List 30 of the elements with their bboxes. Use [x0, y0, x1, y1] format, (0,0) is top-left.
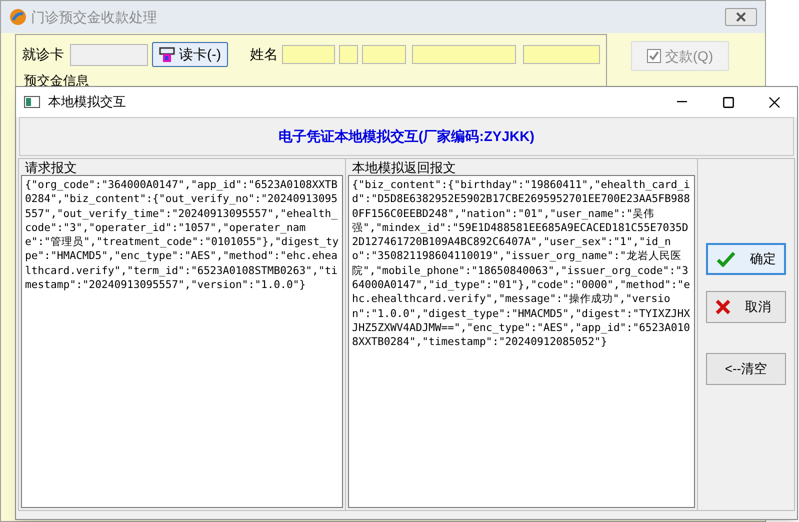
- clear-button[interactable]: <--清空: [706, 353, 786, 385]
- dialog-title: 本地模拟交互: [48, 93, 126, 112]
- close-icon: [736, 12, 746, 22]
- card-label: 就诊卡: [22, 45, 64, 64]
- cancel-button[interactable]: 取消: [706, 291, 786, 323]
- close-button[interactable]: [725, 8, 757, 26]
- message-text-area[interactable]: {"biz_content":{"birthday":"19860411","ehealth_card_id":"D5D8E6382952E5902B17CBE2695952701EE700E23AA5FB9880FF156C0EEBD248","nation":"01","user_name":"吴伟强","mindex_id":"59E1D488581EE685A9ECACED181C55E7035D2D127461720B109A4BC892C6407A","user_sex":"1","id_no":"350821198604110019","issuer_org_name":"龙岩人民医院","mobile_phone":"18650840063","issuer_org_code":"364000A0147","id_type":"01"},"code":"0000","method":"ehc.ehealthcard.verify","message":"操作成功","version":"1.0.0","digest_type":"HMACMD5","digest":"TYIXZJHXJHZ5ZXWV4ADJMW==","enc_type":"AES","app_id":"6523A0108XXTB0284","timestamp":"20240912085052"}: [348, 175, 695, 508]
- message-text-area[interactable]: {"org_code":"364000A0147","app_id":"6523A0108XXTB0284","biz_content":{"out_verify_no":"20240913095557","out_verify_time":"20240913095557","ehealth_code":"3","operater_id":"1057","operater_name":"管理员","treatment_code":"0101055"},"digest_type":"HMACMD5","enc_type":"AES","method":"ehc.ehealthcard.verify","term_id":"6523A0108STMB0263","timestamp":"20240913095557","version":"1.0.0"}: [21, 175, 343, 508]
- minimize-icon: [677, 101, 687, 103]
- checkbox-icon: [646, 49, 661, 63]
- confirm-button[interactable]: 确定: [706, 243, 786, 275]
- cross-icon: [715, 299, 731, 315]
- app-logo-icon: [9, 8, 27, 26]
- panel-title: 本地模拟返回报文: [351, 160, 457, 175]
- maximize-icon: [722, 96, 734, 108]
- name-label: 姓名: [250, 45, 278, 64]
- card-reader-icon: [159, 46, 175, 62]
- close-icon: [768, 96, 780, 108]
- window-icon: [24, 96, 40, 108]
- name-field[interactable]: [282, 45, 335, 64]
- name-field[interactable]: [412, 45, 516, 64]
- read-card-button[interactable]: 读卡(-): [152, 42, 228, 67]
- name-field[interactable]: [339, 45, 358, 64]
- dialog-heading: 电子凭证本地模拟交互(厂家编码:ZYJKK): [278, 127, 534, 146]
- card-number-field[interactable]: [70, 44, 148, 66]
- panel-title: 请求报文: [24, 160, 78, 175]
- checkmark-icon: [716, 251, 736, 267]
- name-field[interactable]: [362, 45, 406, 64]
- window-title: 门诊预交金收款处理: [31, 8, 157, 26]
- name-field[interactable]: [523, 45, 600, 64]
